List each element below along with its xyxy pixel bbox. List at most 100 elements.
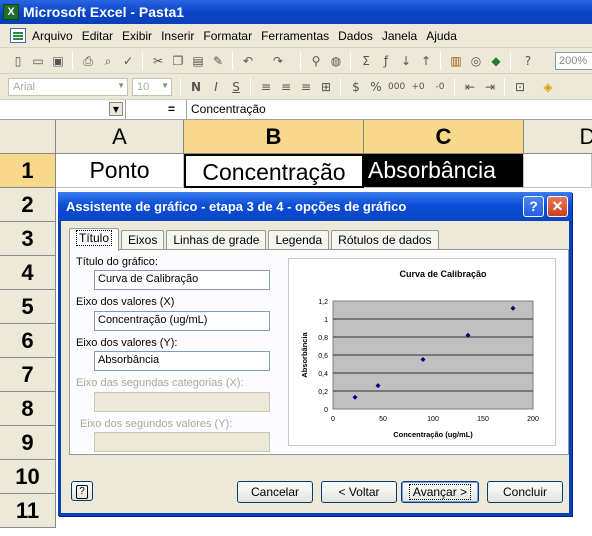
autosum-icon[interactable]: Σ: [358, 53, 374, 69]
map-icon[interactable]: ◎: [468, 53, 484, 69]
select-all-corner[interactable]: [0, 120, 56, 154]
row-header-10[interactable]: 10: [0, 460, 56, 494]
back-button[interactable]: < Voltar: [321, 481, 397, 503]
row-header-9[interactable]: 9: [0, 426, 56, 460]
print-preview-icon[interactable]: ⌕: [100, 53, 116, 69]
italic-icon[interactable]: I: [208, 79, 224, 95]
column-header-b[interactable]: B: [184, 120, 364, 154]
row-header-7[interactable]: 7: [0, 358, 56, 392]
borders-icon[interactable]: ⊡: [512, 79, 528, 95]
globe-icon[interactable]: ◍: [328, 53, 344, 69]
y-tick-label: 0,6: [318, 353, 328, 360]
column-header-a[interactable]: A: [56, 120, 184, 154]
x-axis-label: Eixo dos valores (X): [76, 296, 175, 308]
save-icon[interactable]: ▣: [50, 53, 66, 69]
x-tick-label: 150: [477, 416, 489, 423]
percent-icon[interactable]: %: [368, 79, 384, 95]
y-axis-title-input[interactable]: Absorbância: [94, 351, 270, 371]
row-header-1[interactable]: 1: [0, 154, 56, 188]
align-right-icon[interactable]: ≡: [298, 79, 314, 95]
cell-c1[interactable]: Absorbância: [364, 154, 524, 188]
merge-center-icon[interactable]: ⊞: [318, 79, 334, 95]
help-icon[interactable]: ?: [520, 53, 536, 69]
tab-linhas-de-grade[interactable]: Linhas de grade: [166, 230, 267, 250]
decrease-decimal-icon[interactable]: -0: [432, 79, 448, 95]
menu-dados[interactable]: Dados: [338, 29, 373, 43]
currency-icon[interactable]: $: [348, 79, 364, 95]
bold-icon[interactable]: N: [188, 79, 204, 95]
format-painter-icon[interactable]: ✎: [210, 53, 226, 69]
align-left-icon[interactable]: ≡: [258, 79, 274, 95]
menu-inserir[interactable]: Inserir: [161, 29, 194, 43]
drawing-icon[interactable]: ◆: [488, 53, 504, 69]
new-icon[interactable]: ▯: [10, 53, 26, 69]
cell-b1[interactable]: Concentração: [184, 154, 364, 188]
name-box[interactable]: ▼: [0, 100, 126, 119]
cut-icon[interactable]: ✂: [150, 53, 166, 69]
chart-wizard-icon[interactable]: ▥: [448, 53, 464, 69]
tab-titulo[interactable]: Título: [69, 228, 120, 251]
thousands-icon[interactable]: 000: [388, 79, 405, 95]
function-icon[interactable]: ƒ: [378, 53, 394, 69]
tab-eixos[interactable]: Eixos: [121, 230, 165, 250]
font-size-select[interactable]: 10 ▼: [132, 78, 172, 96]
increase-indent-icon[interactable]: ⇥: [482, 79, 498, 95]
x-axis-title-input[interactable]: Concentração (ug/mL): [94, 311, 270, 331]
menu-arquivo[interactable]: Arquivo: [32, 29, 73, 43]
menu-janela[interactable]: Janela: [382, 29, 417, 43]
row-header-11[interactable]: 11: [0, 494, 56, 528]
chart-title-label: Título do gráfico:: [76, 256, 158, 268]
menu-formatar[interactable]: Formatar: [203, 29, 252, 43]
hyperlink-icon[interactable]: ⚲: [308, 53, 324, 69]
excel-icon: X: [3, 4, 19, 20]
formula-input[interactable]: Concentração: [186, 100, 592, 119]
tab-legenda[interactable]: Legenda: [268, 230, 330, 250]
chart-preview: Curva de Calibração 0 0,2 0,4 0,6 0,8 1 1,2 0 50 1…: [288, 258, 556, 446]
copy-icon[interactable]: ❐: [170, 53, 186, 69]
title-help-button[interactable]: ?: [523, 196, 544, 217]
increase-decimal-icon[interactable]: +0: [410, 79, 426, 95]
finish-button[interactable]: Concluir: [487, 481, 563, 503]
font-select[interactable]: Arial ▼: [8, 78, 128, 96]
chart-title-input[interactable]: Curva de Calibração: [94, 270, 270, 290]
zoom-select[interactable]: 200%: [555, 52, 592, 70]
x-tick-label: 200: [527, 416, 539, 423]
secondary-y-input: [94, 432, 270, 452]
menu-ferramentas[interactable]: Ferramentas: [261, 29, 329, 43]
row-header-4[interactable]: 4: [0, 256, 56, 290]
open-icon[interactable]: ▭: [30, 53, 46, 69]
menu-ajuda[interactable]: Ajuda: [426, 29, 457, 43]
decrease-indent-icon[interactable]: ⇤: [462, 79, 478, 95]
cell-a1[interactable]: Ponto: [56, 154, 184, 188]
chevron-down-icon[interactable]: ▼: [109, 102, 123, 116]
y-tick-label: 0,4: [318, 371, 328, 378]
next-button[interactable]: Avançar >: [401, 481, 479, 503]
cell-d1[interactable]: [524, 154, 592, 188]
menu-editar[interactable]: Editar: [82, 29, 113, 43]
sort-asc-icon[interactable]: ↓: [398, 53, 414, 69]
close-button[interactable]: ✕: [547, 196, 568, 217]
row-header-8[interactable]: 8: [0, 392, 56, 426]
fill-color-icon[interactable]: ◈: [540, 79, 556, 95]
undo-icon[interactable]: ↶: [240, 53, 256, 69]
redo-icon[interactable]: ↷: [270, 53, 286, 69]
print-icon[interactable]: ⎙: [80, 53, 96, 69]
align-center-icon[interactable]: ≡: [278, 79, 294, 95]
paste-icon[interactable]: ▤: [190, 53, 206, 69]
office-assistant-button[interactable]: ?: [71, 481, 93, 501]
cancel-button[interactable]: Cancelar: [237, 481, 313, 503]
workbook-icon[interactable]: [10, 28, 26, 43]
row-header-6[interactable]: 6: [0, 324, 56, 358]
underline-icon[interactable]: S: [228, 79, 244, 95]
spelling-icon[interactable]: ✓: [120, 53, 136, 69]
sort-desc-icon[interactable]: ↑: [418, 53, 434, 69]
row-header-2[interactable]: 2: [0, 188, 56, 222]
window-title: Microsoft Excel - Pasta1: [23, 4, 185, 20]
column-header-d[interactable]: D: [524, 120, 592, 154]
tab-rotulos-de-dados[interactable]: Rótulos de dados: [331, 230, 439, 250]
menu-exibir[interactable]: Exibir: [122, 29, 152, 43]
y-tick-label: 0,2: [318, 389, 328, 396]
row-header-3[interactable]: 3: [0, 222, 56, 256]
row-header-5[interactable]: 5: [0, 290, 56, 324]
column-header-c[interactable]: C: [364, 120, 524, 154]
